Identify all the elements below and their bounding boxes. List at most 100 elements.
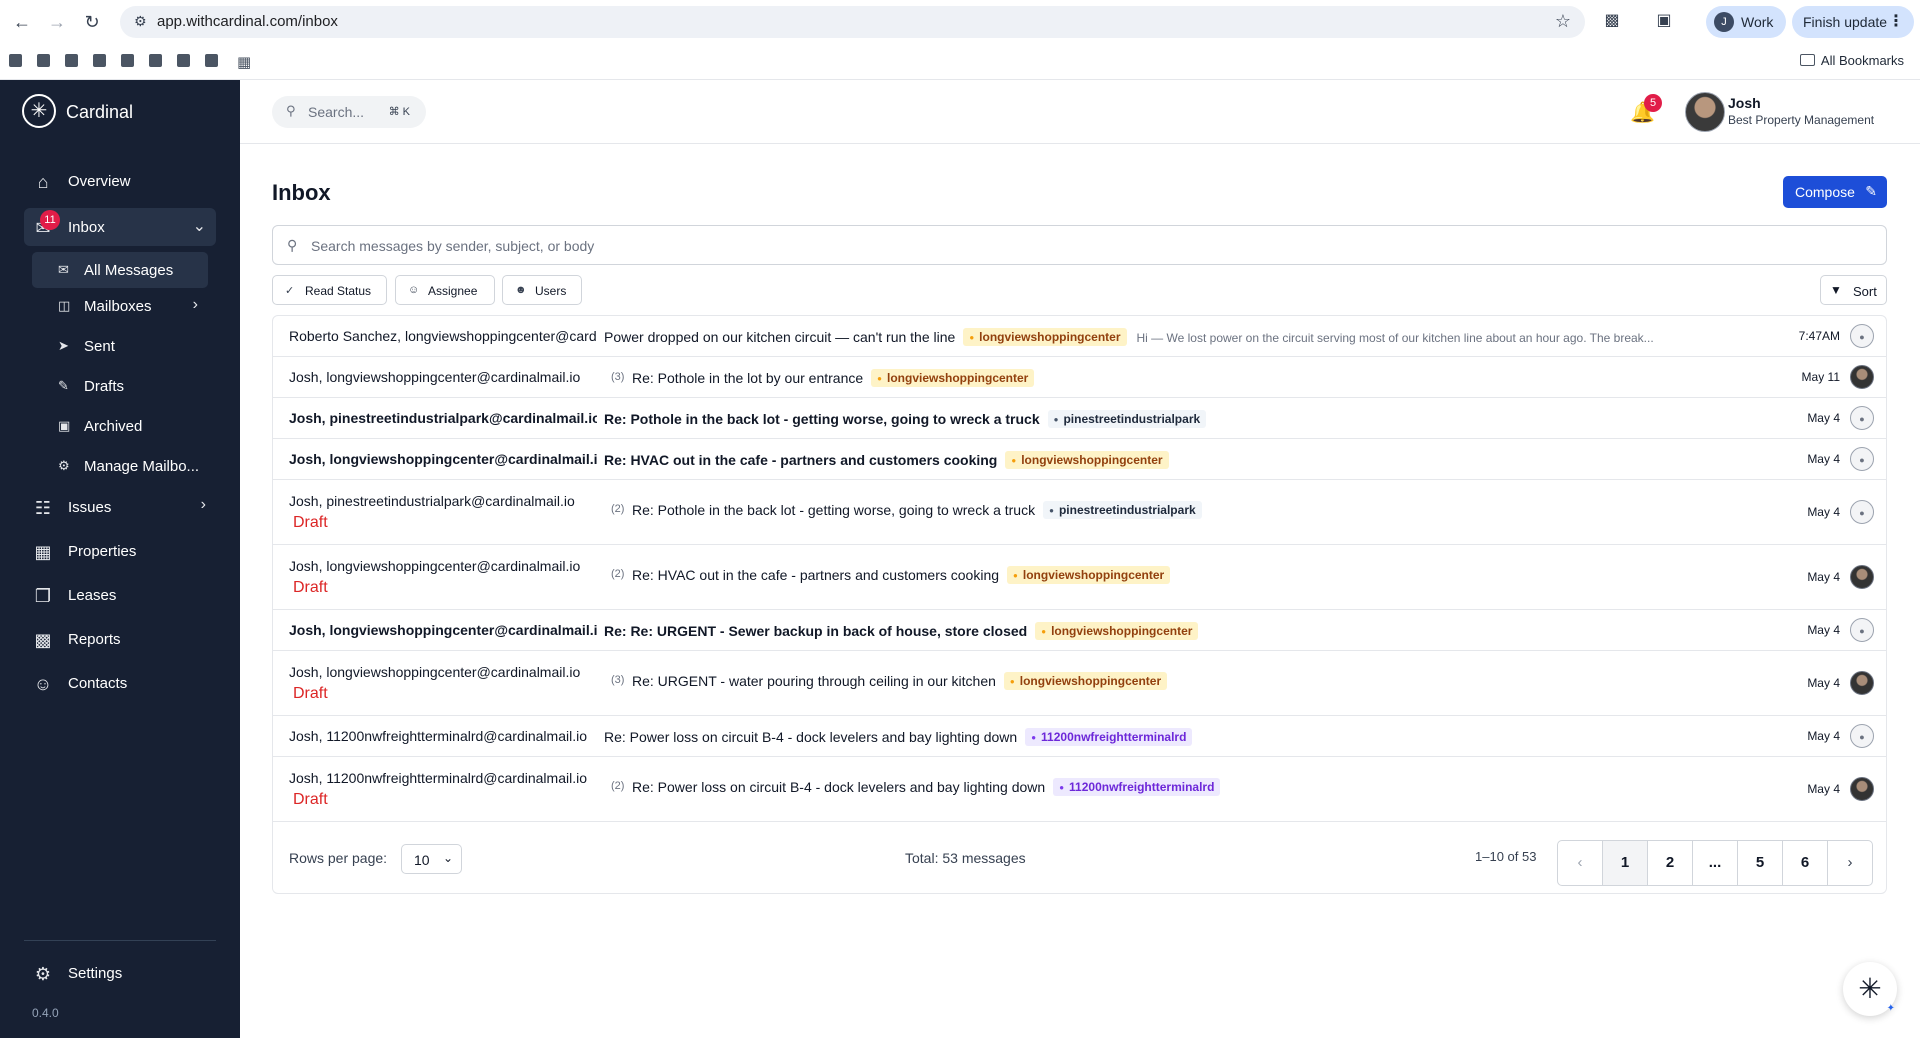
- sidebar-sub-archived[interactable]: ▣ Archived: [32, 408, 208, 444]
- property-tag[interactable]: longviewshoppingcenter: [871, 369, 1035, 387]
- bookmark-star-icon[interactable]: ☆: [1555, 11, 1571, 32]
- subject-text: Re: Re: URGENT - Sewer backup in back of…: [604, 623, 1028, 639]
- brand-name: Cardinal: [66, 102, 134, 122]
- table-row[interactable]: Josh, longviewshoppingcenter@cardinalmai…: [273, 357, 1886, 398]
- prev-page-icon[interactable]: ‹: [1558, 841, 1603, 885]
- message-date: May 4: [1807, 411, 1840, 425]
- chevron-down-icon[interactable]: ⌄: [193, 216, 206, 236]
- search-icon: ⚲: [286, 103, 296, 118]
- assignee-avatar[interactable]: [1850, 618, 1874, 642]
- forward-icon[interactable]: →: [45, 10, 69, 34]
- property-tag[interactable]: pinestreetindustrialpark: [1047, 410, 1207, 428]
- table-row[interactable]: Josh, 11200nwfreightterminalrd@cardinalm…: [273, 757, 1886, 822]
- bookmark-icon[interactable]: [93, 54, 106, 67]
- compose-button[interactable]: Compose ✎: [1783, 176, 1887, 208]
- bookmark-icon[interactable]: [149, 54, 162, 67]
- sidebar-sub-sent[interactable]: ➤ Sent: [32, 328, 208, 364]
- table-row[interactable]: Josh, pinestreetindustrialpark@cardinalm…: [273, 398, 1886, 439]
- folder-icon: [1799, 54, 1815, 66]
- subject-text: Re: HVAC out in the cafe - partners and …: [632, 567, 1000, 583]
- sidebar-item-label: Properties: [68, 543, 137, 560]
- message-sender: Josh, longviewshoppingcenter@cardinalmai…: [289, 451, 597, 467]
- message-table: Roberto Sanchez, longviewshoppingcenter@…: [272, 315, 1887, 894]
- filter-read-status[interactable]: ✓ Read Status: [272, 275, 387, 305]
- assignee-avatar[interactable]: [1850, 324, 1874, 348]
- tab-search-icon[interactable]: ▣: [1653, 10, 1675, 32]
- page-button[interactable]: 6: [1783, 841, 1828, 885]
- table-row[interactable]: Josh, pinestreetindustrialpark@cardinalm…: [273, 480, 1886, 545]
- bookmark-icon[interactable]: [65, 54, 78, 67]
- global-search[interactable]: ⚲ Search... ⌘ K: [272, 96, 426, 128]
- assignee-avatar[interactable]: [1850, 671, 1874, 695]
- reload-icon[interactable]: ↻: [80, 10, 104, 34]
- user-avatar[interactable]: [1685, 92, 1725, 132]
- rows-per-page-label: Rows per page:: [289, 850, 388, 866]
- property-tag[interactable]: 11200nwfreightterminalrd: [1025, 728, 1193, 746]
- sidebar-item-contacts[interactable]: ☺ Contacts: [24, 664, 216, 702]
- assistant-fab[interactable]: ✳ ✦: [1843, 962, 1897, 1016]
- sidebar-sub-manage-mailboxes[interactable]: ⚙ Manage Mailbo...: [32, 448, 208, 484]
- sidebar-sub-drafts[interactable]: ✎ Drafts: [32, 368, 208, 404]
- next-page-icon[interactable]: ›: [1828, 841, 1872, 885]
- rows-per-page-select[interactable]: 10 ⌄: [401, 844, 462, 874]
- sidebar-item-issues[interactable]: ☷ Issues ›: [24, 488, 216, 526]
- profile-chip[interactable]: J Work: [1706, 6, 1786, 38]
- property-tag[interactable]: longviewshoppingcenter: [1007, 566, 1171, 584]
- assignee-avatar[interactable]: [1850, 565, 1874, 589]
- filter-assignee[interactable]: ☺ Assignee: [395, 275, 495, 305]
- sidebar: ✳ Cardinal ⌂ Overview ✉ 11 Inbox ⌄ ✉ All…: [0, 80, 240, 1038]
- sidebar-item-leases[interactable]: ❐ Leases: [24, 576, 216, 614]
- bookmark-icon[interactable]: [37, 54, 50, 67]
- property-tag[interactable]: pinestreetindustrialpark: [1043, 501, 1202, 519]
- page-range: 1–10 of 53: [1475, 849, 1537, 864]
- finish-update-label: Finish update: [1803, 14, 1888, 30]
- chevron-right-icon[interactable]: ›: [193, 296, 198, 314]
- page-button[interactable]: 1: [1603, 841, 1648, 885]
- address-bar[interactable]: ⚙ app.withcardinal.com/inbox ☆: [120, 6, 1585, 38]
- table-row[interactable]: Josh, 11200nwfreightterminalrd@cardinalm…: [273, 716, 1886, 757]
- sort-button[interactable]: ▼ Sort: [1820, 275, 1887, 305]
- page-button[interactable]: 2: [1648, 841, 1693, 885]
- profile-label: Work: [1741, 14, 1774, 30]
- filter-users[interactable]: ☻ Users: [502, 275, 582, 305]
- sidebar-item-properties[interactable]: ▦ Properties: [24, 532, 216, 570]
- assignee-avatar[interactable]: [1850, 447, 1874, 471]
- sidebar-sub-mailboxes[interactable]: ◫ Mailboxes ›: [32, 288, 208, 324]
- property-tag[interactable]: longviewshoppingcenter: [1003, 672, 1168, 690]
- back-icon[interactable]: ←: [10, 10, 34, 34]
- assignee-avatar[interactable]: [1850, 777, 1874, 801]
- bookmark-icon[interactable]: [121, 54, 134, 67]
- table-row[interactable]: Josh, longviewshoppingcenter@cardinalmai…: [273, 651, 1886, 716]
- table-row[interactable]: Roberto Sanchez, longviewshoppingcenter@…: [273, 316, 1886, 357]
- chevron-right-icon[interactable]: ›: [201, 496, 206, 514]
- assignee-avatar[interactable]: [1850, 406, 1874, 430]
- table-row[interactable]: Josh, longviewshoppingcenter@cardinalmai…: [273, 545, 1886, 610]
- sidebar-item-reports[interactable]: ▩ Reports: [24, 620, 216, 658]
- sparkle-icon: ✦: [1886, 1003, 1895, 1014]
- page-button[interactable]: 5: [1738, 841, 1783, 885]
- bookmark-icon[interactable]: [9, 54, 22, 67]
- sidebar-sub-all-messages[interactable]: ✉ All Messages: [32, 252, 208, 288]
- sidebar-item-settings[interactable]: ⚙ Settings: [24, 954, 216, 992]
- extensions-icon[interactable]: ▩: [1601, 10, 1623, 32]
- sidebar-sub-label: Mailboxes: [84, 298, 152, 315]
- property-tag[interactable]: longviewshoppingcenter: [1035, 622, 1199, 640]
- global-search-placeholder: Search...: [308, 104, 365, 120]
- bookmark-icon[interactable]: [205, 54, 218, 67]
- assignee-avatar[interactable]: [1850, 365, 1874, 389]
- sidebar-item-inbox[interactable]: ✉ 11 Inbox ⌄: [24, 208, 216, 246]
- all-bookmarks[interactable]: All Bookmarks: [1799, 53, 1904, 68]
- assignee-avatar[interactable]: [1850, 724, 1874, 748]
- table-row[interactable]: Josh, longviewshoppingcenter@cardinalmai…: [273, 610, 1886, 651]
- table-row[interactable]: Josh, longviewshoppingcenter@cardinalmai…: [273, 439, 1886, 480]
- property-tag[interactable]: longviewshoppingcenter: [1005, 451, 1169, 469]
- sidebar-item-overview[interactable]: ⌂ Overview: [24, 162, 216, 200]
- site-info-icon[interactable]: ⚙: [134, 13, 147, 30]
- finish-update-button[interactable]: Finish update ⋮: [1792, 6, 1914, 38]
- apps-grid-icon[interactable]: ▦: [237, 53, 251, 71]
- property-tag[interactable]: 11200nwfreightterminalrd: [1053, 778, 1221, 796]
- message-search-input[interactable]: ⚲ Search messages by sender, subject, or…: [272, 225, 1887, 265]
- property-tag[interactable]: longviewshoppingcenter: [963, 328, 1127, 346]
- bookmark-icon[interactable]: [177, 54, 190, 67]
- assignee-avatar[interactable]: [1850, 500, 1874, 524]
